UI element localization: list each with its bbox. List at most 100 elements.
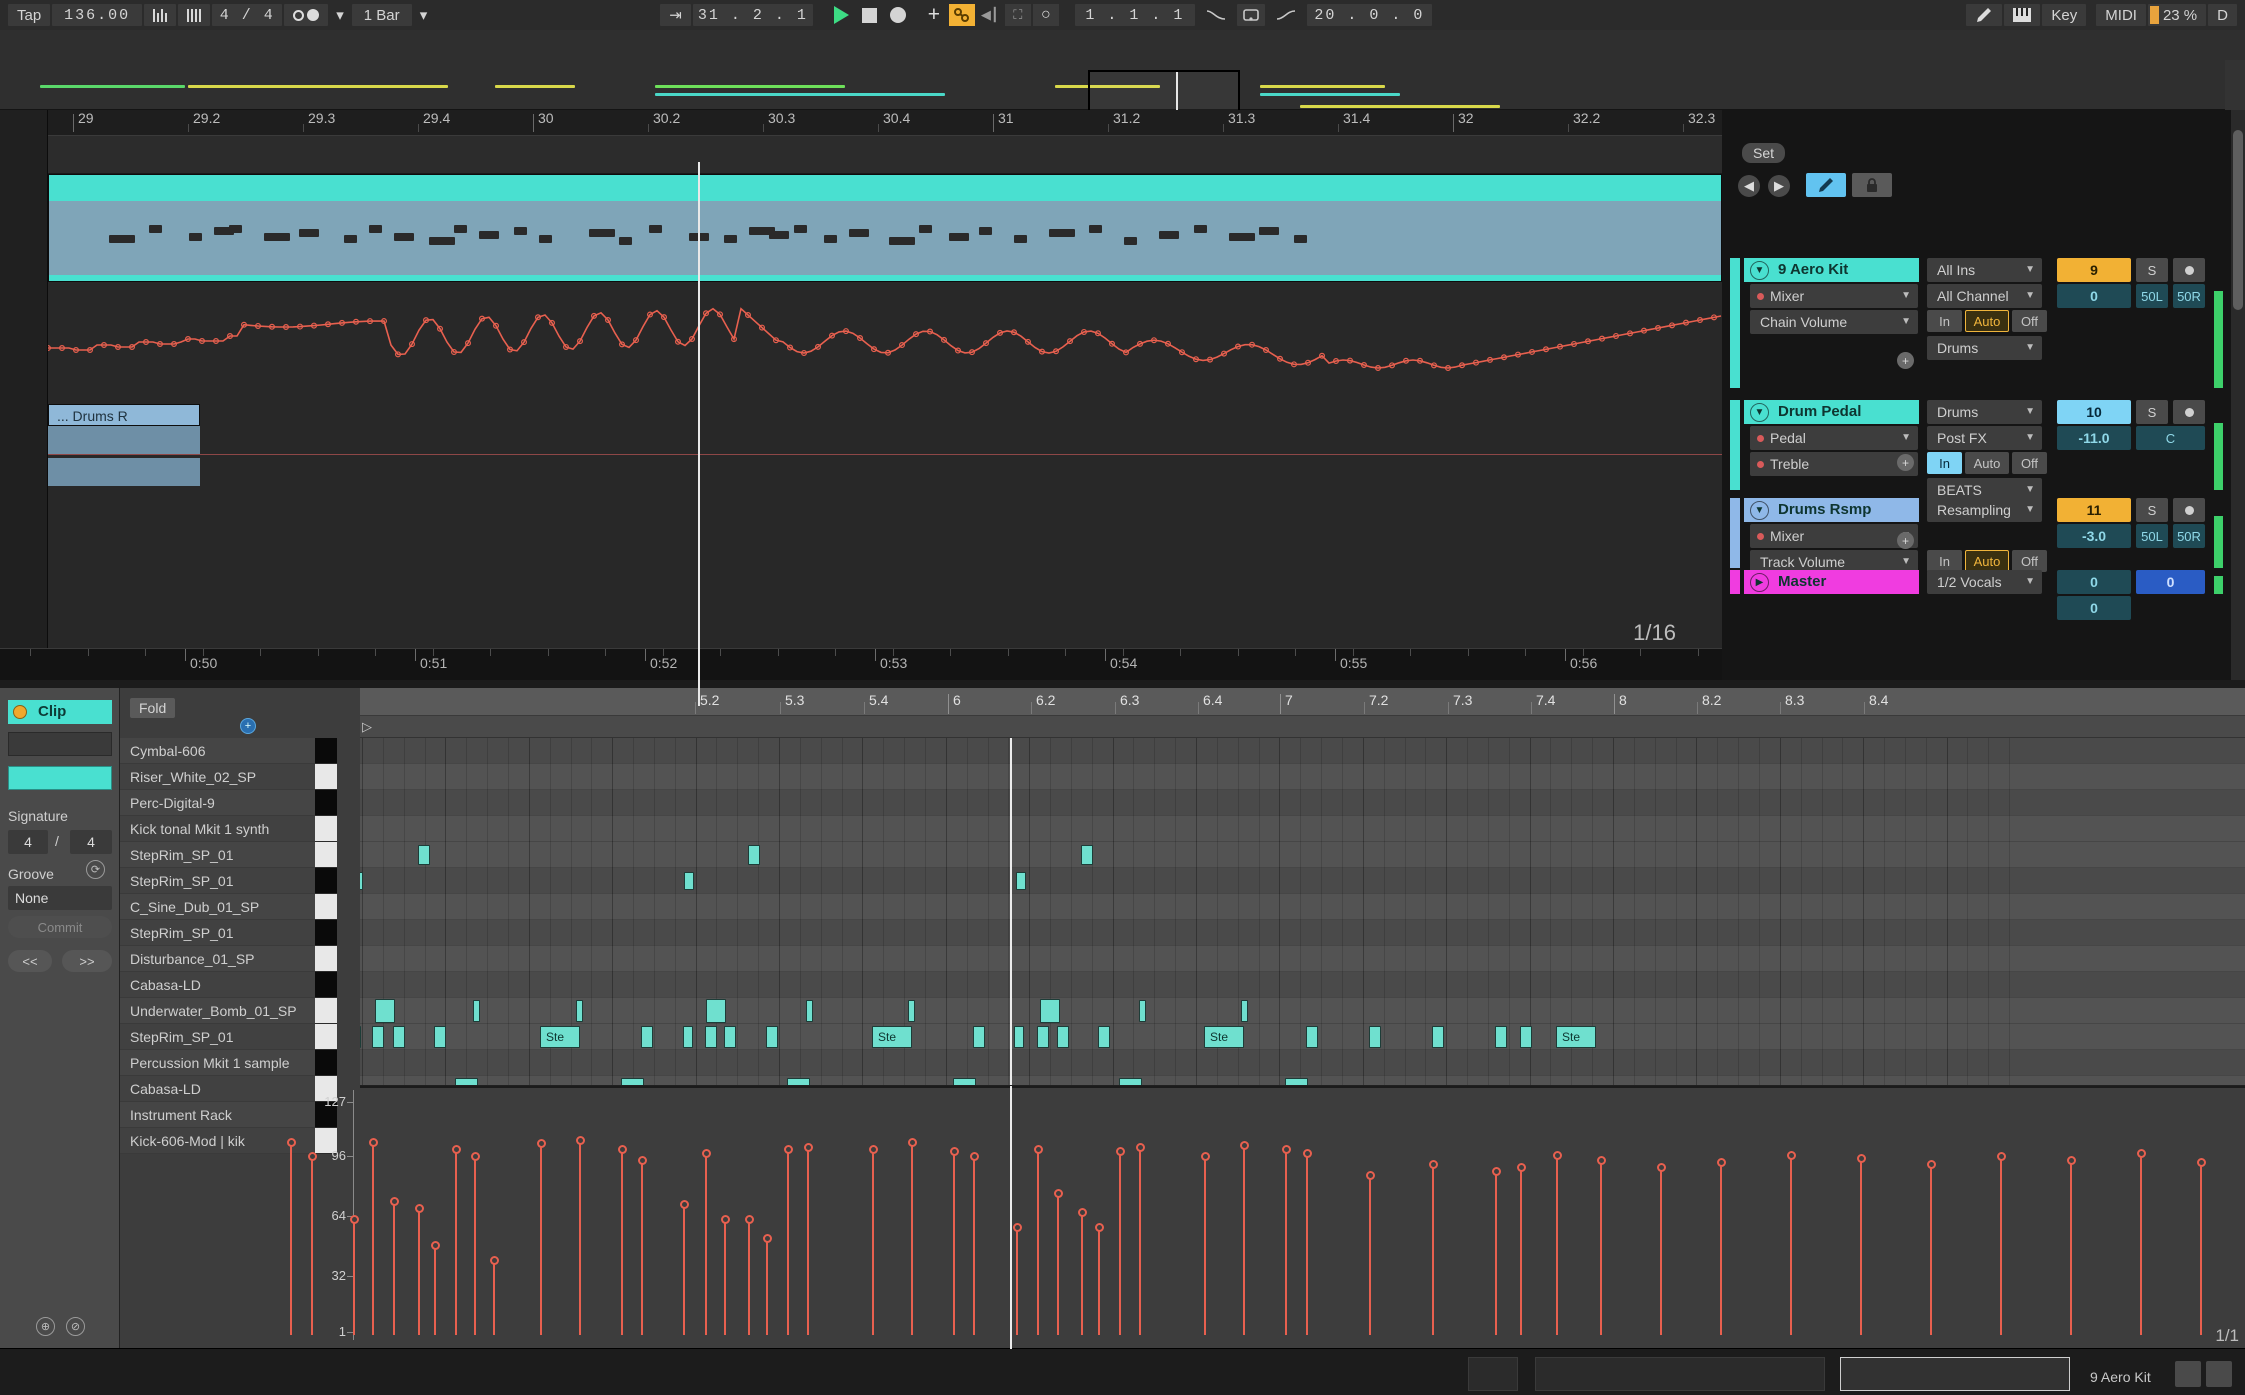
midi-map-button[interactable]: MIDI bbox=[2096, 4, 2146, 26]
note-lane-name[interactable]: Kick-606-Mod | kik bbox=[120, 1128, 315, 1154]
output-type-chooser[interactable]: Drums ▼ bbox=[1927, 336, 2042, 360]
note-lane-name[interactable]: Perc-Digital-9 bbox=[120, 790, 315, 816]
note-row[interactable] bbox=[360, 738, 2245, 764]
time-signature-field[interactable]: 4 / 4 bbox=[212, 4, 283, 26]
velocity-head[interactable] bbox=[1053, 1189, 1063, 1199]
track-fold-icon[interactable]: ▼ bbox=[1750, 501, 1769, 520]
velocity-stem[interactable] bbox=[311, 1157, 313, 1335]
clip-color-swatch[interactable] bbox=[8, 766, 112, 790]
tempo-field[interactable]: 136.00 bbox=[52, 4, 143, 26]
velocity-stem[interactable] bbox=[493, 1260, 495, 1335]
piano-key-black[interactable] bbox=[315, 790, 337, 816]
velocity-head[interactable] bbox=[1200, 1152, 1210, 1162]
add-automation-button[interactable]: + bbox=[1897, 454, 1914, 471]
link-icon[interactable] bbox=[948, 4, 975, 26]
automation-slot-1[interactable]: Pedal ▼ bbox=[1750, 426, 1918, 450]
clip-activator-icon[interactable] bbox=[13, 705, 27, 719]
pencil-draw-icon[interactable] bbox=[1966, 4, 2003, 26]
midi-note[interactable] bbox=[684, 872, 694, 890]
clip-link-icon[interactable]: ⊘ bbox=[66, 1317, 85, 1336]
velocity-head[interactable] bbox=[1596, 1156, 1606, 1166]
note-lane-name[interactable]: Disturbance_01_SP bbox=[120, 946, 315, 972]
groove-select[interactable]: None bbox=[8, 886, 112, 910]
midi-loop-bar[interactable]: ▷ + bbox=[240, 716, 2245, 738]
velocity-stem[interactable] bbox=[2000, 1157, 2002, 1335]
fold-button[interactable]: Fold bbox=[130, 698, 176, 718]
midi-note[interactable]: Ste bbox=[540, 1026, 580, 1048]
piano-key-black[interactable] bbox=[315, 738, 337, 764]
pan-left-value[interactable]: C bbox=[2136, 426, 2205, 450]
metronome-icon[interactable] bbox=[178, 4, 211, 26]
velocity-head[interactable] bbox=[1552, 1150, 1562, 1160]
midi-note[interactable] bbox=[683, 1026, 693, 1048]
arrangement-bar-ruler[interactable]: 29 29.2 29.3 29.4 30 30.2 30.3 30.4 31 31.2 31.3 31… bbox=[48, 110, 1934, 136]
velocity-stem[interactable] bbox=[1243, 1146, 1245, 1335]
midi-note[interactable] bbox=[1520, 1026, 1532, 1048]
velocity-head[interactable] bbox=[451, 1144, 461, 1154]
velocity-head[interactable] bbox=[349, 1215, 359, 1225]
velocity-stem[interactable] bbox=[1556, 1155, 1558, 1335]
midi-note[interactable] bbox=[1057, 1026, 1069, 1048]
velocity-editor[interactable]: 127 96 64 32 1 1/1 bbox=[286, 1085, 2245, 1349]
velocity-stem[interactable] bbox=[1930, 1164, 1932, 1335]
velocity-head[interactable] bbox=[1135, 1143, 1145, 1153]
velocity-head[interactable] bbox=[1365, 1170, 1375, 1180]
velocity-head[interactable] bbox=[1428, 1159, 1438, 1169]
midi-note[interactable] bbox=[1081, 845, 1093, 865]
volume-value[interactable]: -11.0 bbox=[2057, 426, 2131, 450]
piano-key-white[interactable] bbox=[315, 894, 337, 920]
velocity-stem[interactable] bbox=[1520, 1168, 1522, 1335]
input-type-chooser[interactable]: All Ins ▼ bbox=[1927, 258, 2042, 282]
midi-note[interactable] bbox=[1495, 1026, 1507, 1048]
velocity-stem[interactable] bbox=[1037, 1149, 1039, 1335]
loop-circle-icon[interactable]: ○ bbox=[1032, 4, 1059, 26]
record-icon[interactable] bbox=[885, 4, 911, 26]
arrangement-time-ruler[interactable]: 0:50 0:51 0:52 0:53 0:54 0:55 0:56 bbox=[0, 648, 1722, 680]
velocity-stem[interactable] bbox=[418, 1209, 420, 1335]
automation-slot-1[interactable]: Mixer▼ bbox=[1750, 524, 1918, 548]
midi-note[interactable] bbox=[806, 1000, 813, 1022]
track-row[interactable]: Drum Pedal▼ Pedal▼Treble▼ Drums▼Post FX▼In… bbox=[1722, 400, 2245, 502]
punch-region-icon[interactable] bbox=[1236, 4, 1265, 26]
input-type-chooser[interactable]: 1/2 Vocals ▼ bbox=[1927, 570, 2042, 594]
track-number[interactable]: 9 bbox=[2057, 258, 2131, 282]
add-automation-button[interactable]: + bbox=[1897, 532, 1914, 549]
arrangement-tracks[interactable]: ... Drums R bbox=[44, 136, 1722, 706]
velocity-head[interactable] bbox=[617, 1144, 627, 1154]
note-row[interactable] bbox=[360, 998, 2245, 1024]
velocity-stem[interactable] bbox=[1432, 1164, 1434, 1335]
velocity-head[interactable] bbox=[1716, 1157, 1726, 1167]
status-slot[interactable] bbox=[1468, 1357, 1518, 1391]
track-name[interactable]: Drums Rsmp bbox=[1744, 498, 1919, 522]
midi-note[interactable] bbox=[576, 1000, 583, 1022]
velocity-head[interactable] bbox=[1996, 1152, 2006, 1162]
key-map-button[interactable]: Key bbox=[2042, 4, 2087, 26]
velocity-stem[interactable] bbox=[2140, 1153, 2142, 1335]
velocity-stem[interactable] bbox=[1119, 1151, 1121, 1335]
solo-button[interactable]: S bbox=[2136, 258, 2168, 282]
midi-note[interactable] bbox=[641, 1026, 653, 1048]
loop-start-marker[interactable]: ▷ bbox=[362, 719, 372, 735]
velocity-stem[interactable] bbox=[766, 1238, 768, 1335]
loop-length-field[interactable]: 20 . 0 . 0 bbox=[1306, 4, 1432, 26]
midi-note[interactable] bbox=[705, 1026, 717, 1048]
device-icon[interactable] bbox=[2175, 1361, 2201, 1387]
velocity-head[interactable] bbox=[744, 1215, 754, 1225]
back-to-arrangement-icon[interactable]: ◀┃ bbox=[977, 4, 1003, 26]
velocity-head[interactable] bbox=[286, 1137, 296, 1147]
velocity-stem[interactable] bbox=[455, 1149, 457, 1335]
velocity-stem[interactable] bbox=[1495, 1172, 1497, 1335]
prev-groove-button[interactable]: << bbox=[8, 950, 52, 972]
velocity-head[interactable] bbox=[2196, 1157, 2206, 1167]
velocity-stem[interactable] bbox=[953, 1151, 955, 1335]
right-arrow-icon[interactable]: ▶ bbox=[1768, 175, 1790, 197]
velocity-head[interactable] bbox=[414, 1204, 424, 1214]
midi-note[interactable] bbox=[375, 999, 395, 1023]
note-lane-name[interactable]: Instrument Rack bbox=[120, 1102, 315, 1128]
velocity-head[interactable] bbox=[679, 1200, 689, 1210]
nudge-icon[interactable]: ⇥ bbox=[660, 4, 691, 26]
arrangement-overview[interactable] bbox=[0, 30, 2245, 140]
monitor-auto-button[interactable]: Auto bbox=[1965, 452, 2009, 474]
velocity-head[interactable] bbox=[368, 1137, 378, 1147]
quantization-select[interactable]: 1 Bar bbox=[351, 4, 412, 26]
